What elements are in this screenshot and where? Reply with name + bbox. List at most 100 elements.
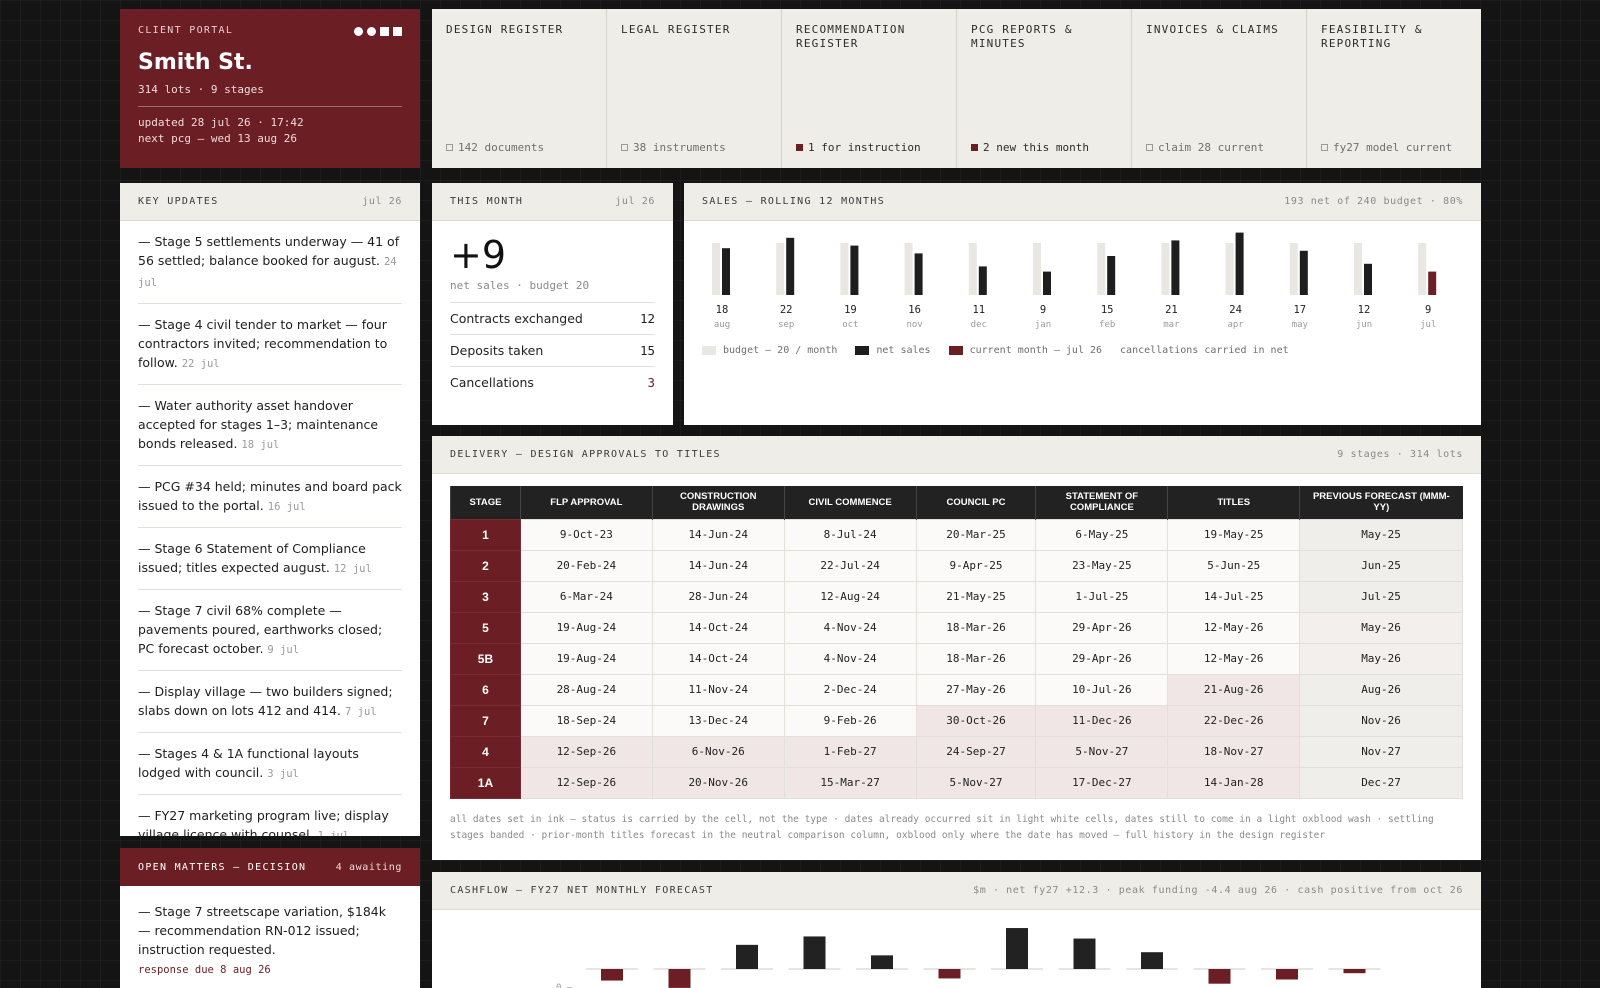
net-sales-bar (1299, 250, 1308, 295)
bar-value-label: 15 (1101, 304, 1114, 316)
date-cell: 4-Nov-24 (783, 642, 917, 675)
cashflow-bar (1276, 969, 1298, 980)
sales-legend: budget — 20 / month net sales current mo… (702, 345, 1289, 356)
legend-swatch-current (948, 346, 963, 355)
menu-dots-icon[interactable] (354, 27, 402, 36)
stat-row-deposits: Deposits taken 15 (450, 335, 655, 367)
table-row: 3 6-Mar-24 28-Jun-24 12-Aug-24 21-May-25 1-Ju… (450, 580, 1463, 613)
update-item: — Stage 6 Statement of Compliance issued… (138, 528, 402, 590)
register-pcg-reports[interactable]: PCG REPORTS & MINUTES 2 new this month (957, 9, 1132, 168)
delivery-table: STAGE FLP APPROVAL CONSTRUCTION DRAWINGS CI… (450, 486, 1463, 799)
update-date: 9 jul (267, 644, 300, 656)
update-date: 1 jul (317, 830, 350, 836)
this-month-title: THIS MONTH (450, 196, 524, 207)
budget-bar (776, 243, 785, 295)
update-item: — Stage 7 civil 68% complete — pavements… (138, 590, 402, 671)
date-cell: 11-Nov-24 (651, 673, 785, 706)
register-invoices[interactable]: INVOICES & CLAIMS claim 28 current (1132, 9, 1307, 168)
net-sales-bar (1043, 271, 1051, 295)
register-status: 1 for instruction (796, 141, 921, 154)
column-header: FLP APPROVAL (519, 486, 653, 519)
date-cell: 12-Aug-24 (783, 580, 917, 613)
cashflow-bar (1073, 938, 1096, 969)
budget-bar (1225, 243, 1234, 295)
bar-value-label: 11 (972, 304, 985, 316)
delivery-card: DELIVERY — DESIGN APPROVALS TO TITLES 9 … (432, 436, 1481, 860)
previous-forecast-cell: Dec-27 (1299, 766, 1463, 799)
update-item: — PCG #34 held; minutes and board pack i… (138, 466, 402, 528)
project-summary: 314 lots · 9 stages (138, 83, 264, 96)
table-row: 1A 12-Sep-26 20-Nov-26 15-Mar-27 5-Nov-27 17-… (450, 766, 1463, 799)
date-cell: 13-Dec-24 (651, 704, 785, 737)
date-cell: 21-Aug-26 (1167, 673, 1301, 706)
previous-forecast-cell: Jun-25 (1299, 549, 1463, 582)
key-updates-title: KEY UPDATES (138, 196, 219, 207)
register-legal[interactable]: LEGAL REGISTER 38 instruments (607, 9, 782, 168)
table-row: 5B 19-Aug-24 14-Oct-24 4-Nov-24 18-Mar-26 29-… (450, 642, 1463, 675)
bar-value-label: 9 (1040, 304, 1046, 316)
cashflow-bar (1343, 969, 1366, 974)
date-cell: 14-Jan-28 (1167, 766, 1301, 799)
table-row: 6 28-Aug-24 11-Nov-24 2-Dec-24 27-May-26 10-J… (450, 673, 1463, 706)
budget-bar (1097, 243, 1106, 295)
register-name: DESIGN REGISTER (446, 23, 564, 36)
net-sales-bar (1364, 263, 1372, 295)
register-feasibility[interactable]: FEASIBILITY & REPORTING fy27 model curre… (1307, 9, 1481, 168)
update-item: — Stages 4 & 1A functional layouts lodge… (138, 733, 402, 795)
status-square-icon (446, 144, 453, 151)
table-row: 1 9-Oct-23 14-Jun-24 8-Jul-24 20-Mar-25 6-May… (450, 518, 1463, 551)
budget-bar (968, 243, 977, 295)
bar-value-label: 22 (780, 304, 793, 316)
cashflow-title: CASHFLOW — FY27 NET MONTHLY FORECAST (450, 885, 714, 896)
update-date: 22 jul (181, 358, 220, 370)
date-cell: 14-Oct-24 (651, 611, 785, 644)
date-cell: 5-Nov-27 (915, 766, 1037, 799)
stat-row-contracts: Contracts exchanged 12 (450, 303, 655, 335)
stage-cell: 7 (450, 704, 521, 737)
update-item: — Water authority asset handover accepte… (138, 385, 402, 466)
column-header: STATEMENT OF COMPLIANCE (1035, 486, 1168, 519)
net-sales-value: +9 (450, 233, 507, 277)
date-cell: 30-Oct-26 (915, 704, 1037, 737)
date-cell: 8-Jul-24 (783, 518, 917, 551)
stage-cell: 1 (450, 518, 521, 551)
update-item: — Stage 5 settlements underway — 41 of 5… (138, 221, 402, 304)
date-cell: 28-Aug-24 (519, 673, 653, 706)
previous-forecast-cell: May-25 (1299, 518, 1463, 551)
date-cell: 22-Dec-26 (1167, 704, 1301, 737)
register-name: INVOICES & CLAIMS (1146, 23, 1279, 36)
this-month-period: jul 26 (615, 196, 655, 207)
bar-value-label: 24 (1229, 304, 1242, 316)
date-cell: 9-Feb-26 (783, 704, 917, 737)
cashflow-bar-chart: 0 — (556, 928, 1381, 988)
register-recommendation[interactable]: RECOMMENDATION REGISTER 1 for instructio… (782, 9, 957, 168)
updated-timestamp: updated 28 jul 26 · 17:42 (138, 116, 304, 129)
register-name: LEGAL REGISTER (621, 23, 731, 36)
open-matter-item[interactable]: — Stage 7 streetscape variation, $184k —… (120, 886, 420, 988)
cashflow-bar (938, 969, 961, 979)
cashflow-bar (871, 955, 893, 969)
stage-cell: 4 (450, 735, 521, 768)
delivery-title: DELIVERY — DESIGN APPROVALS TO TITLES (450, 449, 721, 460)
date-cell: 18-Mar-26 (915, 642, 1037, 675)
date-cell: 12-Sep-26 (519, 766, 653, 799)
cashflow-card: CASHFLOW — FY27 NET MONTHLY FORECAST $m … (432, 872, 1481, 988)
register-status: claim 28 current (1146, 141, 1264, 154)
date-cell: 22-Jul-24 (783, 549, 917, 582)
register-design[interactable]: DESIGN REGISTER 142 documents (432, 9, 607, 168)
net-sales-caption: net sales · budget 20 (450, 277, 655, 303)
month-tick-label: mar (1163, 320, 1180, 330)
sales-meta: 193 net of 240 budget · 80% (1284, 196, 1463, 207)
date-cell: 19-May-25 (1167, 518, 1301, 551)
stage-cell: 5B (450, 642, 521, 675)
net-sales-bar (914, 253, 923, 295)
bar-value-label: 18 (716, 304, 729, 316)
date-cell: 6-Nov-26 (651, 735, 785, 768)
budget-bar (1161, 243, 1170, 295)
date-cell: 4-Nov-24 (783, 611, 917, 644)
column-header: TITLES (1167, 486, 1300, 519)
status-square-icon (621, 144, 628, 151)
date-cell: 5-Jun-25 (1167, 549, 1301, 582)
cashflow-bar (803, 936, 826, 969)
delivery-meta: 9 stages · 314 lots (1337, 449, 1463, 460)
